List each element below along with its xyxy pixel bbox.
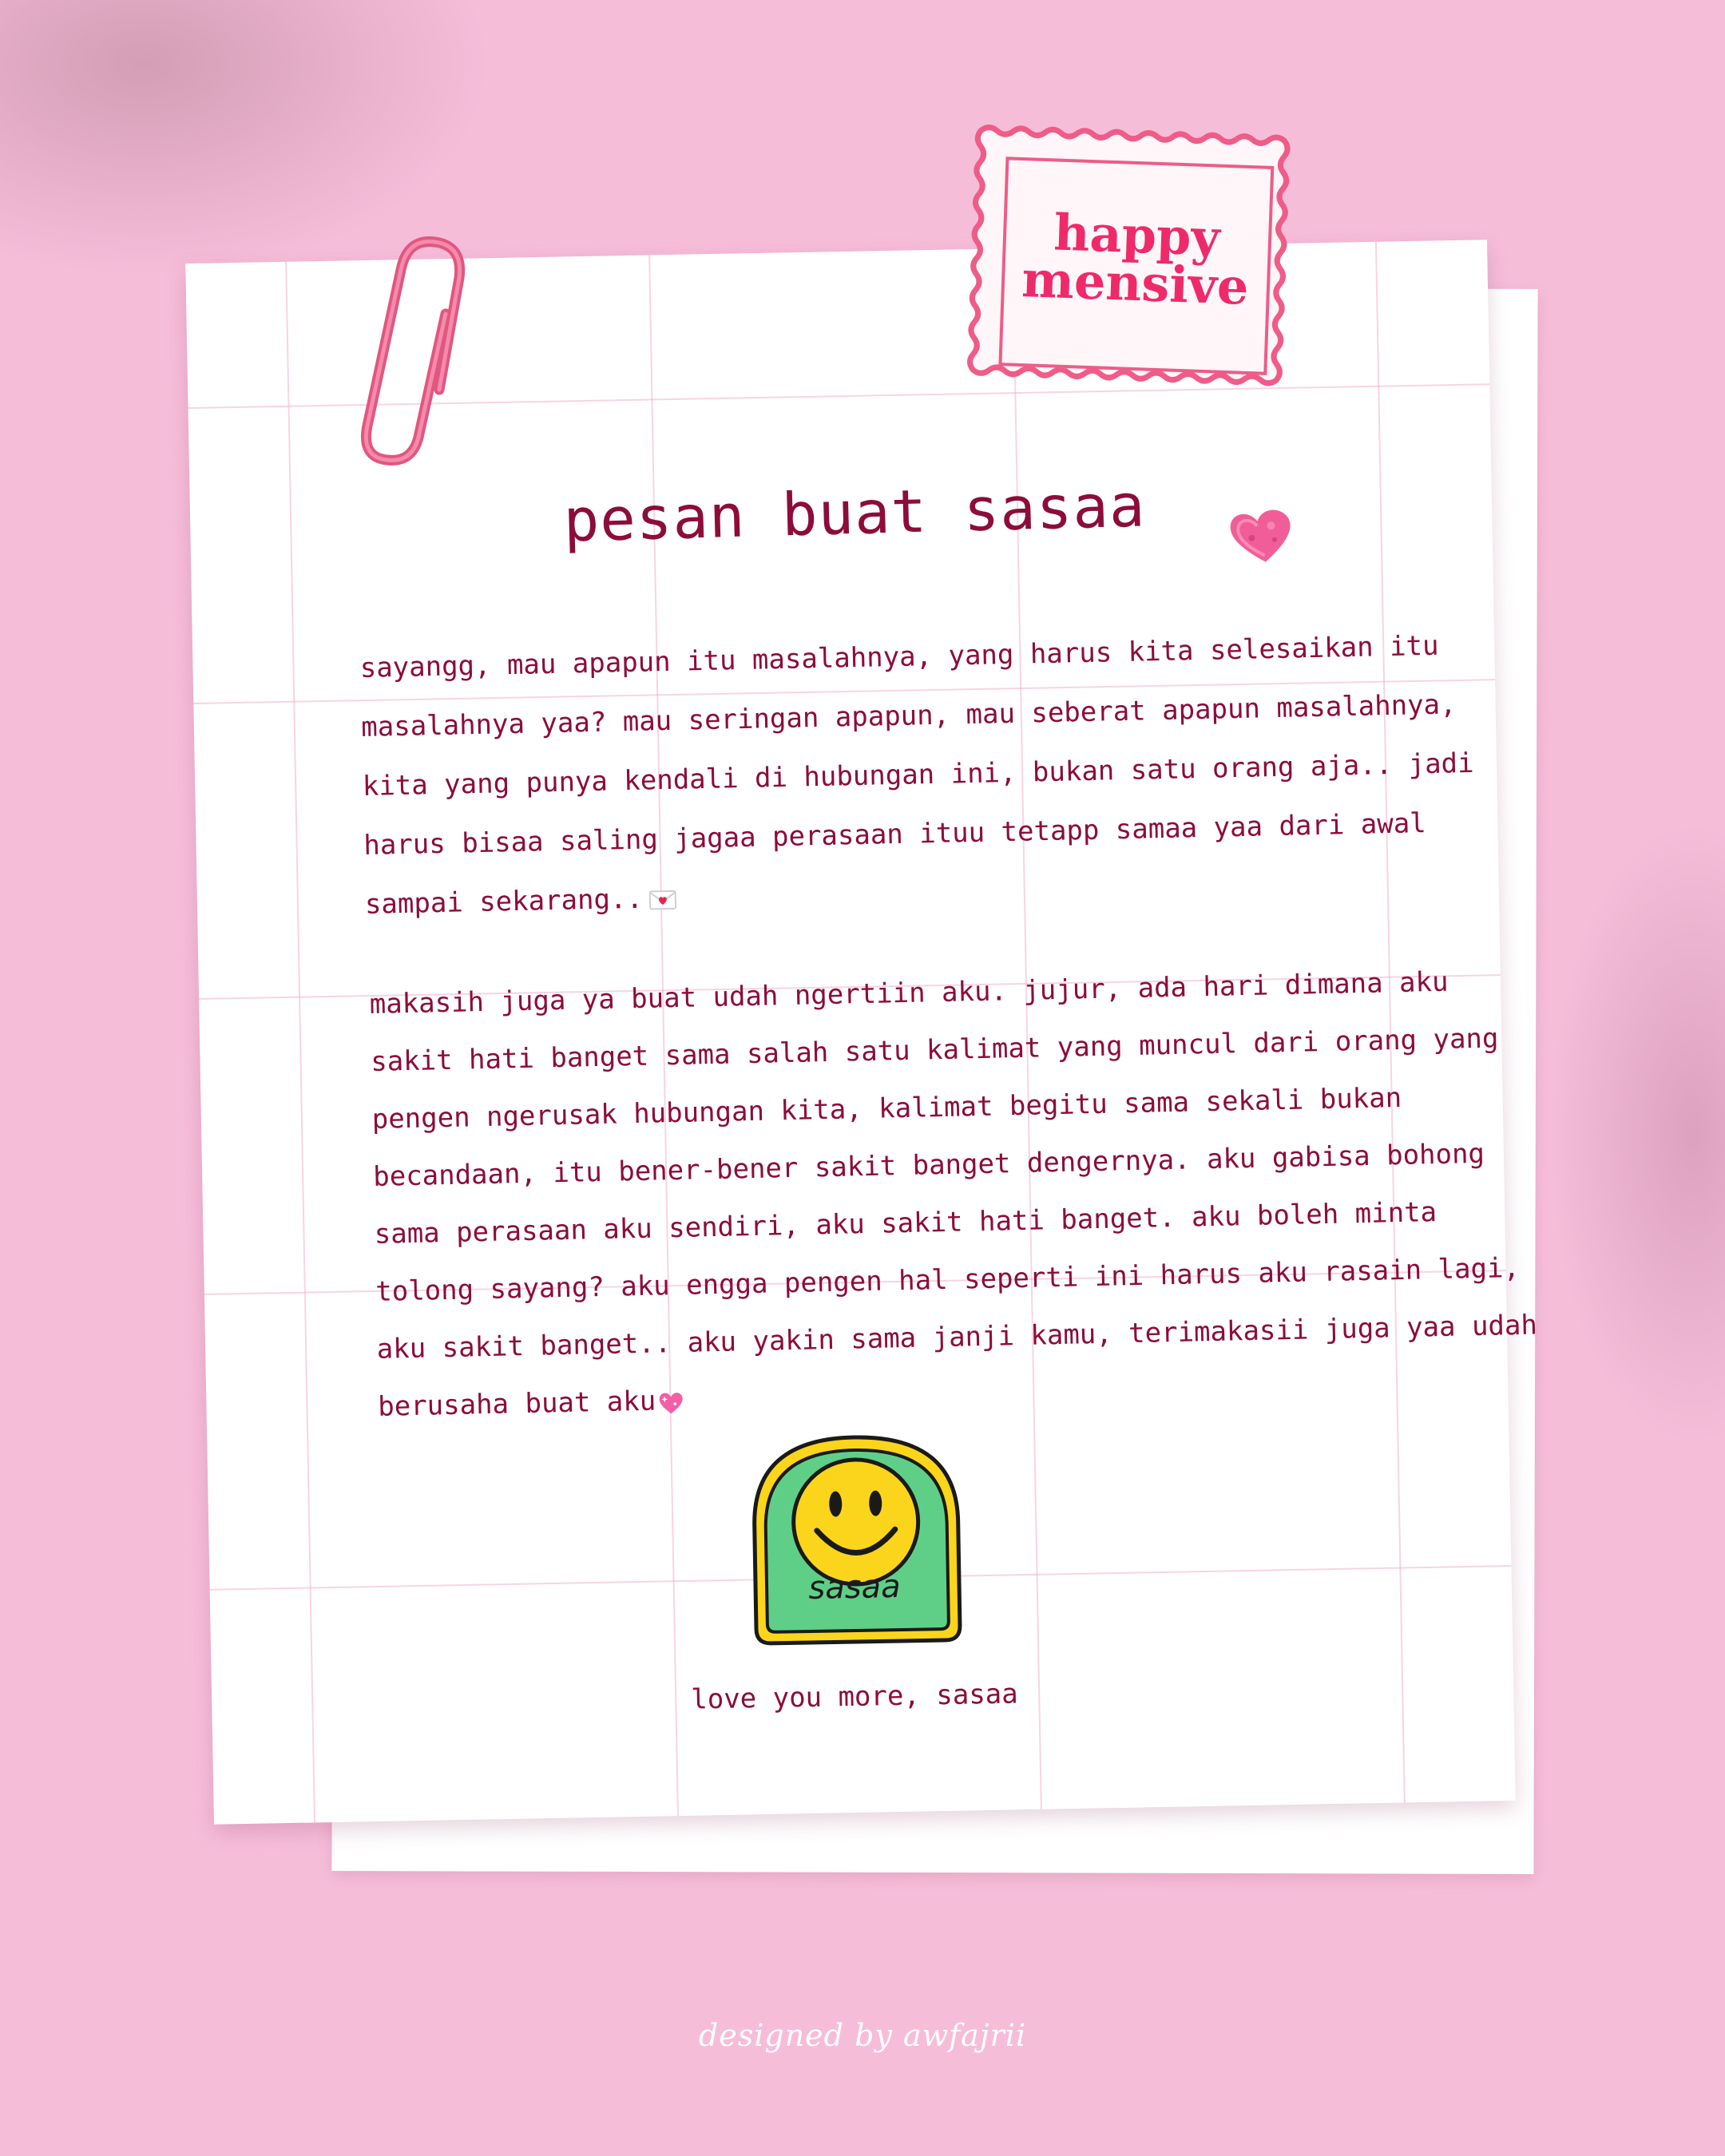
- paragraph-2: makasih juga ya buat udah ngertiin aku. …: [369, 952, 1539, 1436]
- paragraph-2-line: berusaha buat aku: [377, 1385, 656, 1423]
- love-letter-icon: [648, 890, 677, 910]
- stamp-text: happy mensive: [953, 203, 1319, 316]
- paragraph-1: sayangg, mau apapun itu masalahnya, yang…: [359, 616, 1477, 934]
- sticker-label: sasaa: [807, 1567, 902, 1607]
- smiley-face-icon: [752, 1435, 962, 1646]
- paragraph-1-line: sampai sekarang..: [364, 882, 644, 921]
- heart-icon: [1230, 509, 1291, 562]
- sparkling-heart-icon: [659, 1392, 683, 1413]
- designer-credit: designed by awfajrii: [698, 2018, 1027, 2053]
- paperclip-icon: [360, 236, 466, 466]
